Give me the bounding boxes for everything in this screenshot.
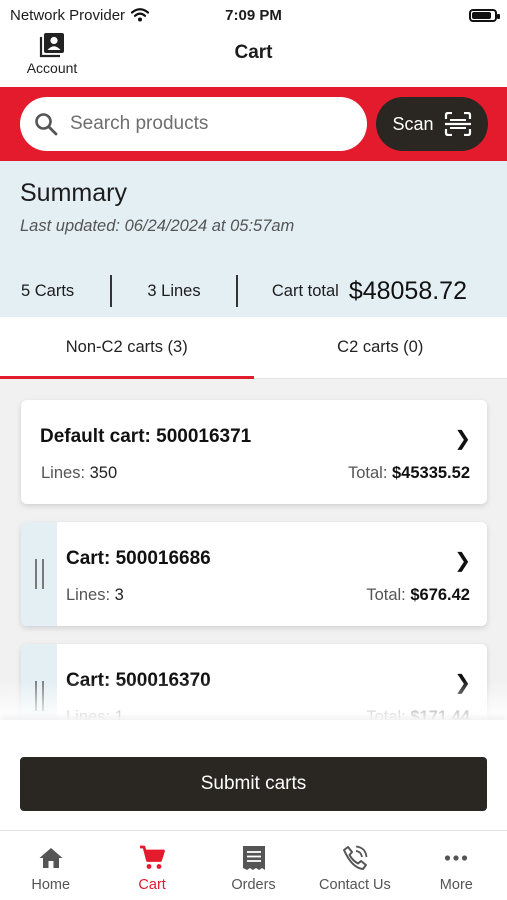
lines-count: 3 Lines (147, 281, 201, 300)
cart-title: Cart: 500016686 (66, 548, 211, 569)
chevron-right-icon: ❯ (454, 550, 471, 572)
summary-stats: 5 Carts 3 Lines Cart total $48058.72 (0, 273, 507, 309)
lines-label: Lines: (41, 464, 86, 482)
app-header: Account Cart (0, 30, 507, 87)
more-icon (444, 845, 468, 871)
drag-handle[interactable] (21, 522, 57, 626)
orders-icon (242, 845, 266, 871)
cart-card[interactable]: Cart: 500016370 ❯ Lines: 1 Total: $171.4… (21, 644, 487, 720)
lines-label: Lines: (66, 708, 111, 720)
lines-value: 350 (89, 464, 118, 482)
drag-handle[interactable] (21, 644, 57, 720)
search-icon (35, 113, 58, 136)
summary-panel: Summary Last updated: 06/24/2024 at 05:5… (0, 161, 507, 317)
nav-label: Orders (231, 877, 276, 893)
chevron-right-icon: ❯ (454, 672, 471, 694)
total-value: $676.42 (410, 586, 470, 604)
search-box[interactable] (20, 97, 367, 151)
cart-card[interactable]: Cart: 500016686 ❯ Lines: 3 Total: $676.4… (21, 522, 487, 626)
barcode-scan-icon (444, 112, 471, 136)
wifi-icon (131, 8, 150, 22)
nav-home[interactable]: Home (0, 831, 101, 900)
cart-total-label: Cart total (271, 281, 339, 300)
account-icon (39, 33, 64, 58)
status-left: Network Provider (10, 6, 150, 24)
nav-cart[interactable]: Cart (101, 831, 202, 900)
battery-icon (469, 8, 500, 22)
lines-value: 3 (114, 586, 124, 604)
submit-carts-button[interactable]: Submit carts (20, 757, 487, 811)
cart-icon (139, 845, 166, 871)
battery-level (472, 11, 491, 19)
cart-lines: Lines: 350 (41, 464, 117, 483)
cart-list[interactable]: Default cart: 500016371 ❯ Lines: 350 Tot… (0, 379, 507, 720)
nav-label: Cart (138, 877, 166, 893)
nav-label: More (439, 877, 473, 893)
summary-title: Summary (20, 179, 127, 207)
chevron-right-icon: ❯ (454, 428, 471, 450)
home-icon (38, 845, 64, 871)
cart-total-line: Total: $676.42 (366, 586, 470, 605)
cart-total-line: Total: $45335.52 (348, 464, 470, 483)
cart-card-default[interactable]: Default cart: 500016371 ❯ Lines: 350 Tot… (21, 400, 487, 504)
tab-non-c2-carts[interactable]: Non-C2 carts (3) (0, 317, 254, 379)
scan-label: Scan (392, 113, 434, 134)
account-button[interactable]: Account (22, 32, 82, 80)
nav-more[interactable]: More (406, 831, 507, 900)
lines-value: 1 (114, 708, 124, 720)
phone-icon (342, 845, 368, 871)
cart-title: Default cart: 500016371 (40, 426, 252, 447)
submit-area: Submit carts (0, 720, 507, 830)
scan-button[interactable]: Scan (376, 97, 488, 151)
bottom-nav: Home Cart Orders Contact Us More (0, 830, 507, 900)
lines-label: Lines: (66, 586, 111, 604)
total-label: Total: (366, 586, 406, 604)
carts-count: 5 Carts (21, 281, 75, 300)
cart-tabs: Non-C2 carts (3) C2 carts (0) (0, 317, 507, 379)
nav-label: Contact Us (319, 877, 391, 893)
total-label: Total: (347, 464, 388, 482)
account-label: Account (26, 60, 78, 76)
search-input[interactable] (70, 113, 330, 135)
status-bar: Network Provider 7:09 PM (0, 0, 507, 30)
total-value: $45335.52 (392, 464, 470, 482)
cart-total-line: Total: $171.44 (366, 708, 470, 720)
nav-contact-us[interactable]: Contact Us (304, 831, 405, 900)
total-label: Total: (366, 708, 406, 720)
tab-label: Non-C2 carts (3) (65, 338, 188, 356)
tab-label: C2 carts (0) (337, 338, 424, 356)
cart-total: Cart total $48058.72 (238, 277, 507, 306)
cart-lines: Lines: 1 (66, 708, 124, 720)
search-band: Scan (0, 87, 507, 161)
nav-orders[interactable]: Orders (203, 831, 304, 900)
last-updated: Last updated: 06/24/2024 at 05:57am (20, 217, 295, 235)
carrier-label: Network Provider (10, 6, 126, 24)
cart-title: Cart: 500016370 (66, 670, 211, 691)
cart-total-value: $48058.72 (348, 276, 467, 305)
cart-lines: Lines: 3 (66, 586, 124, 605)
tab-c2-carts[interactable]: C2 carts (0) (254, 317, 507, 378)
nav-label: Home (31, 877, 71, 893)
total-value: $171.44 (410, 708, 470, 720)
